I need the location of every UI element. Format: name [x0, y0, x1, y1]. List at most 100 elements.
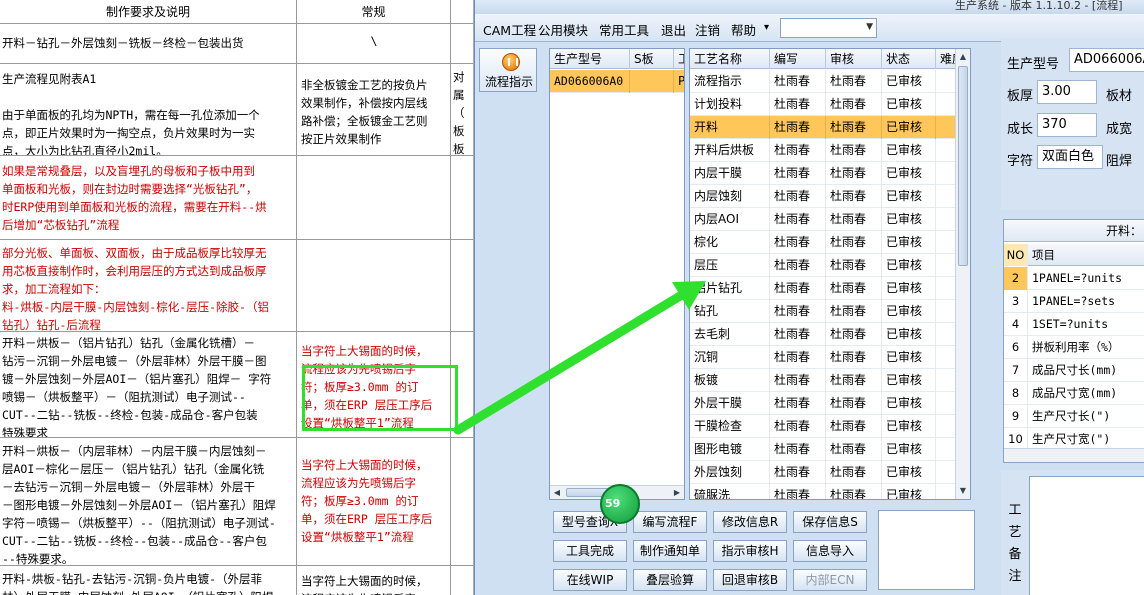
process-cell-name: 流程指示	[690, 70, 770, 93]
app-window: 生产系统 - 版本 1.1.10.2 - [流程] CAM工程 公用模块 常用工…	[474, 0, 1144, 595]
flow-instruction-label: 流程指示	[484, 75, 533, 89]
parameter-row[interactable]: 9 生产尺寸长(")	[1004, 405, 1144, 428]
process-cell-status: 已审核	[882, 300, 936, 323]
menu-common-tools[interactable]: 常用工具	[599, 20, 649, 39]
model-grid: 生产型号 S板 工 AD066006A0 P2 ◀ ▶	[549, 48, 685, 500]
menu-cam[interactable]: CAM工程	[483, 20, 536, 39]
process-row[interactable]: 沉铜 杜雨春 杜雨春 已审核	[690, 346, 957, 369]
memo-box[interactable]	[878, 510, 975, 590]
title-bar: 生产系统 - 版本 1.1.10.2 - [流程]	[475, 0, 1144, 14]
internal-ecn-button[interactable]: 内部ECN	[793, 569, 867, 591]
menu-exit[interactable]: 退出	[661, 20, 686, 39]
menu-common-modules[interactable]: 公用模块	[538, 20, 588, 39]
save-info-button[interactable]: 保存信息S	[793, 511, 867, 533]
process-cell-status: 已审核	[882, 231, 936, 254]
process-row[interactable]: 棕化 杜雨春 杜雨春 已审核	[690, 231, 957, 254]
thickness-label: 板厚	[1007, 89, 1034, 104]
length-field[interactable]: 370	[1037, 113, 1097, 137]
flow-instruction-button[interactable]: 流程指示	[479, 48, 537, 92]
process-row[interactable]: 图形电镀 杜雨春 杜雨春 已审核	[690, 438, 957, 461]
model-label: 生产型号	[1007, 57, 1060, 72]
process-row[interactable]: 去毛刺 杜雨春 杜雨春 已审核	[690, 323, 957, 346]
process-cell-name: 开料	[690, 116, 770, 139]
chevron-down-icon[interactable]: ▼	[866, 22, 873, 32]
modify-info-button[interactable]: 修改信息R	[713, 511, 787, 533]
scroll-left-icon[interactable]: ◀	[550, 486, 564, 499]
stackup-check-button[interactable]: 叠层验算	[633, 569, 707, 591]
parameter-row[interactable]: 7 成品尺寸长(mm)	[1004, 359, 1144, 382]
col-header-checker[interactable]: 审核	[826, 49, 882, 69]
col-header-s-board[interactable]: S板	[630, 49, 674, 69]
process-row[interactable]: 开料后烘板 杜雨春 杜雨春 已审核	[690, 139, 957, 162]
menu-help[interactable]: 帮助	[731, 20, 756, 39]
col-header-status[interactable]: 状态	[882, 49, 936, 69]
process-row[interactable]: 硫脲洗 杜雨春 杜雨春 已审核	[690, 484, 957, 499]
revert-review-button[interactable]: 回退审核B	[713, 569, 787, 591]
window-title: 生产系统 - 版本 1.1.10.2 - [流程]	[955, 0, 1123, 12]
parameter-row[interactable]: 2 1PANEL=?units	[1004, 267, 1144, 290]
menu-logout[interactable]: 注销	[695, 20, 720, 39]
scroll-down-icon[interactable]: ▼	[956, 483, 970, 499]
parameter-row[interactable]: 4 1SET=?units	[1004, 313, 1144, 336]
parameter-row[interactable]: 8 成品尺寸宽(mm)	[1004, 382, 1144, 405]
col-header-item[interactable]: 项目	[1032, 244, 1055, 266]
tool-complete-button[interactable]: 工具完成	[553, 540, 627, 562]
col-header-model[interactable]: 生产型号	[550, 49, 630, 69]
process-row[interactable]: 内层干膜 杜雨春 杜雨春 已审核	[690, 162, 957, 185]
parameter-hscrollbar[interactable]	[1004, 448, 1144, 462]
process-row[interactable]: 开料 杜雨春 杜雨春 已审核	[690, 116, 957, 139]
parameter-row[interactable]: 3 1PANEL=?sets	[1004, 290, 1144, 313]
parameter-item: 1PANEL=?sets	[1032, 294, 1116, 308]
scroll-right-icon[interactable]: ▶	[670, 486, 684, 499]
scroll-up-icon[interactable]: ▲	[956, 49, 970, 65]
process-cell-writer: 杜雨春	[770, 415, 826, 438]
thickness-field[interactable]: 3.00	[1037, 80, 1097, 104]
scroll-thumb[interactable]	[958, 66, 968, 266]
online-wip-button[interactable]: 在线WIP	[553, 569, 627, 591]
process-cell-writer: 杜雨春	[770, 162, 826, 185]
process-cell-checker: 杜雨春	[826, 254, 882, 277]
char-field[interactable]: 双面白色	[1037, 145, 1103, 169]
process-cell-writer: 杜雨春	[770, 231, 826, 254]
parameter-row[interactable]: 6 拼板利用率（%）	[1004, 336, 1144, 359]
process-row[interactable]: 外层蚀刻 杜雨春 杜雨春 已审核	[690, 461, 957, 484]
parameter-table-title: 开料：	[1004, 220, 1144, 242]
process-row[interactable]: 内层AOI 杜雨春 杜雨春 已审核	[690, 208, 957, 231]
process-cell-status: 已审核	[882, 415, 936, 438]
process-row[interactable]: 铝片钻孔 杜雨春 杜雨春 已审核	[690, 277, 957, 300]
sheet-cell-c	[451, 566, 473, 595]
sheet-cell-b: 非全板镀金工艺的按负片 效果制作，补偿按内层线 路补偿；全板镀金工艺则 按正片效…	[297, 64, 451, 155]
chevron-down-icon[interactable]: ▾	[764, 22, 769, 33]
info-import-button[interactable]: 信息导入	[793, 540, 867, 562]
model-field[interactable]: AD066006A0	[1069, 48, 1144, 72]
process-row[interactable]: 内层蚀刻 杜雨春 杜雨春 已审核	[690, 185, 957, 208]
status-badge[interactable]: 59	[600, 484, 640, 524]
model-row[interactable]: AD066006A0 P2	[550, 70, 684, 93]
instruction-review-button[interactable]: 指示审核H	[713, 540, 787, 562]
sheet-cell-c	[451, 24, 473, 63]
process-cell-name: 外层蚀刻	[690, 461, 770, 484]
process-row[interactable]: 钻孔 杜雨春 杜雨春 已审核	[690, 300, 957, 323]
process-row[interactable]: 外层干膜 杜雨春 杜雨春 已审核	[690, 392, 957, 415]
process-cell-writer: 杜雨春	[770, 484, 826, 499]
process-row[interactable]: 层压 杜雨春 杜雨春 已审核	[690, 254, 957, 277]
remarks-box[interactable]	[1029, 476, 1144, 595]
spreadsheet-panel: 制作要求及说明 常规 开料－钻孔－外层蚀刻－铣板－终检－包装出货 \ 生产流程见…	[0, 0, 474, 595]
process-cell-checker: 杜雨春	[826, 208, 882, 231]
process-row[interactable]: 板镀 杜雨春 杜雨春 已审核	[690, 369, 957, 392]
process-cell-checker: 杜雨春	[826, 93, 882, 116]
col-header-no[interactable]: NO	[1004, 244, 1028, 266]
process-row[interactable]: 干膜检查 杜雨春 杜雨春 已审核	[690, 415, 957, 438]
process-cell-writer: 杜雨春	[770, 461, 826, 484]
process-row[interactable]: 计划投料 杜雨春 杜雨春 已审核	[690, 93, 957, 116]
col-header-g[interactable]: 工	[674, 49, 684, 69]
model-grid-header: 生产型号 S板 工	[550, 49, 684, 69]
process-row[interactable]: 流程指示 杜雨春 杜雨春 已审核	[690, 70, 957, 93]
process-grid-vscrollbar[interactable]: ▲ ▼	[955, 49, 970, 499]
process-cell-checker: 杜雨春	[826, 139, 882, 162]
write-flow-button[interactable]: 编写流程F	[633, 511, 707, 533]
col-header-writer[interactable]: 编写	[770, 49, 826, 69]
toolbar-combobox[interactable]: ▼	[780, 18, 877, 38]
production-notice-button[interactable]: 制作通知单	[633, 540, 707, 562]
col-header-process-name[interactable]: 工艺名称	[690, 49, 770, 69]
